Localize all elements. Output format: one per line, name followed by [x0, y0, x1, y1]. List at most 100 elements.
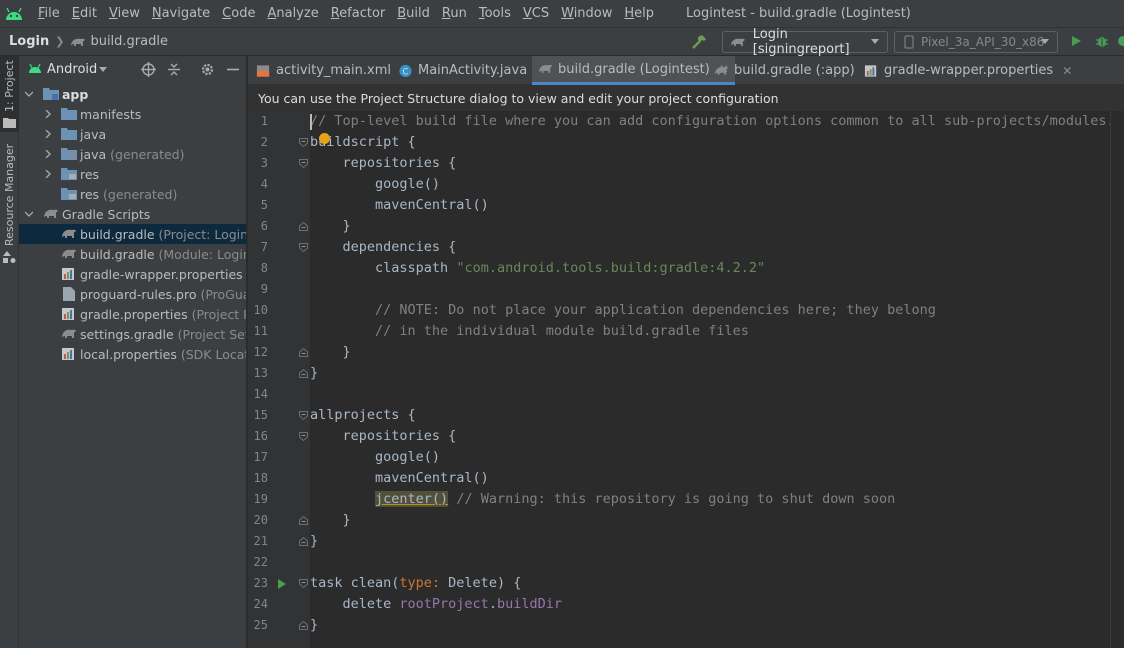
- tree-item-label: gradle-wrapper.properties (Gradle Versio…: [80, 267, 246, 282]
- chevron-right-icon[interactable]: [44, 150, 52, 158]
- close-icon[interactable]: ✕: [1062, 64, 1072, 78]
- chevron-down-icon[interactable]: [99, 67, 107, 72]
- tree-item[interactable]: java: [19, 124, 246, 144]
- code-line: google(): [310, 449, 441, 465]
- build-hammer-icon[interactable]: [690, 33, 708, 51]
- tree-item[interactable]: Gradle Scripts: [19, 204, 246, 224]
- chevron-right-icon[interactable]: [44, 130, 52, 138]
- menu-build[interactable]: Build: [391, 6, 436, 21]
- fold-marker-icon[interactable]: [299, 348, 308, 357]
- menu-edit[interactable]: Edit: [66, 6, 103, 21]
- menu-file[interactable]: File: [32, 6, 66, 21]
- fold-marker-icon[interactable]: [299, 516, 308, 525]
- collapse-all-icon[interactable]: [167, 62, 181, 77]
- fold-marker-icon[interactable]: [299, 537, 308, 546]
- run-configuration-select[interactable]: Login [signingreport]: [722, 27, 888, 57]
- file-icon: [63, 287, 75, 301]
- chevron-right-icon[interactable]: [44, 170, 52, 178]
- tree-item[interactable]: build.gradle (Module: Logintest.app): [19, 244, 246, 264]
- chevron-down-icon[interactable]: [25, 90, 33, 98]
- fold-marker-icon[interactable]: [299, 411, 308, 420]
- tree-item[interactable]: settings.gradle (Project Settings): [19, 324, 246, 344]
- fold-marker-icon[interactable]: [299, 243, 308, 252]
- line-number: 17: [253, 450, 268, 464]
- tree-item[interactable]: java (generated): [19, 144, 246, 164]
- tree-item-name: Gradle Scripts: [62, 206, 151, 222]
- project-structure-banner: You can use the Project Structure dialog…: [248, 85, 1124, 111]
- menu-refactor[interactable]: Refactor: [325, 6, 392, 21]
- menu-vcs[interactable]: VCS: [517, 6, 555, 21]
- window-title: Logintest - build.gradle (Logintest): [686, 6, 911, 21]
- breadcrumb-root[interactable]: Login: [9, 34, 49, 49]
- fold-marker-icon[interactable]: [299, 138, 308, 147]
- editor-tab[interactable]: build.gradle (Logintest)✕: [532, 56, 735, 85]
- editor-tabs: activity_main.xml✕C MainActivity.java ✕ bui…: [248, 56, 1124, 85]
- menu-view[interactable]: View: [103, 6, 146, 21]
- device-select[interactable]: Pixel_3a_API_30_x86: [894, 31, 1058, 53]
- line-number: 14: [253, 387, 268, 401]
- editor-tab[interactable]: activity_main.xml✕: [256, 56, 410, 85]
- intention-bulb-icon[interactable]: [319, 133, 330, 144]
- code-editor[interactable]: // Top-level build file where you can ad…: [310, 111, 1115, 648]
- fold-marker-icon[interactable]: [299, 222, 308, 231]
- code-line: dependencies {: [310, 239, 457, 255]
- project-view-select[interactable]: Android: [47, 62, 97, 77]
- generated-folder-icon: [61, 148, 77, 160]
- tree-item-name: settings.gradle: [80, 326, 174, 342]
- tree-item[interactable]: proguard-rules.pro (ProGuard Rules for L…: [19, 284, 246, 304]
- menu-window[interactable]: Window: [555, 6, 618, 21]
- gear-icon[interactable]: [200, 62, 215, 77]
- fold-marker-icon[interactable]: [299, 432, 308, 441]
- tree-item[interactable]: build.gradle (Project: Logintest): [19, 224, 246, 244]
- fold-marker-icon[interactable]: [299, 159, 308, 168]
- line-number: 23: [253, 576, 268, 590]
- tree-item-label: build.gradle (Project: Logintest): [80, 227, 246, 242]
- fold-marker-icon[interactable]: [299, 369, 308, 378]
- locate-target-icon[interactable]: [141, 62, 156, 77]
- code-line: }: [310, 344, 351, 360]
- tree-item-name: res: [80, 186, 100, 202]
- profile-icon[interactable]: [1116, 34, 1124, 48]
- editor-scrollbar[interactable]: [1110, 111, 1124, 648]
- code-line: // in the individual module build.gradle…: [375, 323, 749, 339]
- tree-item[interactable]: gradle.properties (Project Properties): [19, 304, 246, 324]
- run-gutter-icon[interactable]: [277, 579, 287, 589]
- fold-marker-icon[interactable]: [299, 621, 308, 630]
- editor-tab[interactable]: gradle-wrapper.properties ✕: [864, 56, 1072, 85]
- tree-item-label: proguard-rules.pro (ProGuard Rules for L…: [80, 287, 246, 302]
- line-number: 11: [253, 324, 268, 338]
- tree-item[interactable]: gradle-wrapper.properties (Gradle Versio…: [19, 264, 246, 284]
- chevron-down-icon[interactable]: [25, 210, 33, 218]
- gradle-icon: [71, 38, 86, 46]
- debug-bug-icon[interactable]: [1094, 33, 1110, 49]
- line-number: 2: [260, 135, 268, 149]
- resource-manager-tool-tab[interactable]: Resource Manager: [0, 144, 19, 266]
- tree-item[interactable]: res (generated): [19, 184, 246, 204]
- tree-item[interactable]: res: [19, 164, 246, 184]
- menu-tools[interactable]: Tools: [473, 6, 517, 21]
- code-line: jcenter() // Warning: this repository is…: [375, 491, 896, 507]
- run-icon[interactable]: [1069, 34, 1083, 48]
- tree-item-name: app: [62, 86, 89, 102]
- tree-item[interactable]: local.properties (SDK Location): [19, 344, 246, 364]
- tree-item[interactable]: app: [19, 84, 246, 104]
- menu-navigate[interactable]: Navigate: [146, 6, 216, 21]
- text-caret: [310, 114, 312, 130]
- chevron-right-icon[interactable]: [44, 110, 52, 118]
- editor-tab[interactable]: build.gradle (:app)✕: [714, 56, 874, 85]
- minimize-icon[interactable]: [226, 62, 240, 77]
- fold-marker-icon[interactable]: [299, 579, 308, 588]
- menu-run[interactable]: Run: [436, 6, 473, 21]
- menu-code[interactable]: Code: [216, 6, 261, 21]
- tree-item-description: (generated): [99, 186, 178, 202]
- breadcrumb-file[interactable]: build.gradle: [90, 34, 168, 49]
- menu-analyze[interactable]: Analyze: [261, 6, 324, 21]
- svg-text:C: C: [403, 66, 409, 76]
- project-tool-tab[interactable]: 1: Project: [0, 56, 19, 132]
- menu-help[interactable]: Help: [618, 6, 660, 21]
- tree-item-description: (Gradle Version): [243, 267, 246, 282]
- line-number: 3: [260, 156, 268, 170]
- java-class-icon: C: [399, 64, 412, 77]
- tree-item[interactable]: manifests: [19, 104, 246, 124]
- editor-tab[interactable]: CMainActivity.java✕: [398, 56, 546, 85]
